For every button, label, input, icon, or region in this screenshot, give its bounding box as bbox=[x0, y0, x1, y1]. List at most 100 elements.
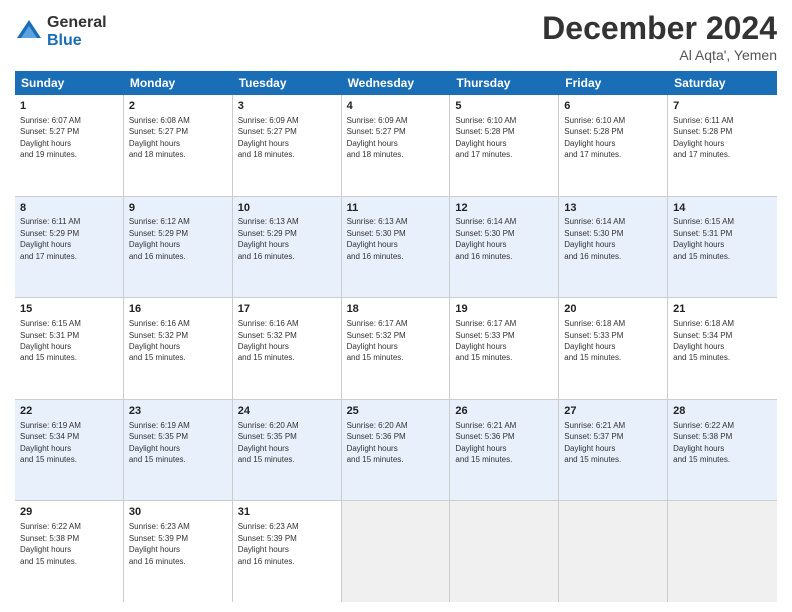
logo-icon bbox=[15, 18, 43, 46]
day-info: Sunrise: 6:16 AMSunset: 5:32 PMDaylight … bbox=[238, 319, 299, 362]
calendar-row-4: 29 Sunrise: 6:22 AMSunset: 5:38 PMDaylig… bbox=[15, 501, 777, 602]
cal-cell-r2-c1: 16 Sunrise: 6:16 AMSunset: 5:32 PMDaylig… bbox=[124, 298, 233, 399]
day-info: Sunrise: 6:11 AMSunset: 5:28 PMDaylight … bbox=[673, 116, 733, 159]
day-number: 23 bbox=[129, 404, 227, 419]
cal-cell-r2-c3: 18 Sunrise: 6:17 AMSunset: 5:32 PMDaylig… bbox=[342, 298, 451, 399]
day-info: Sunrise: 6:23 AMSunset: 5:39 PMDaylight … bbox=[129, 522, 190, 565]
day-info: Sunrise: 6:19 AMSunset: 5:35 PMDaylight … bbox=[129, 421, 190, 464]
cal-cell-r3-c3: 25 Sunrise: 6:20 AMSunset: 5:36 PMDaylig… bbox=[342, 400, 451, 501]
cal-cell-r4-c2: 31 Sunrise: 6:23 AMSunset: 5:39 PMDaylig… bbox=[233, 501, 342, 602]
cal-cell-r0-c6: 7 Sunrise: 6:11 AMSunset: 5:28 PMDayligh… bbox=[668, 95, 777, 196]
cal-cell-r3-c6: 28 Sunrise: 6:22 AMSunset: 5:38 PMDaylig… bbox=[668, 400, 777, 501]
header-saturday: Saturday bbox=[668, 71, 777, 95]
day-info: Sunrise: 6:17 AMSunset: 5:32 PMDaylight … bbox=[347, 319, 408, 362]
day-info: Sunrise: 6:23 AMSunset: 5:39 PMDaylight … bbox=[238, 522, 299, 565]
day-info: Sunrise: 6:20 AMSunset: 5:35 PMDaylight … bbox=[238, 421, 299, 464]
cal-cell-r0-c2: 3 Sunrise: 6:09 AMSunset: 5:27 PMDayligh… bbox=[233, 95, 342, 196]
day-info: Sunrise: 6:22 AMSunset: 5:38 PMDaylight … bbox=[673, 421, 734, 464]
day-info: Sunrise: 6:18 AMSunset: 5:33 PMDaylight … bbox=[564, 319, 625, 362]
day-number: 29 bbox=[20, 505, 118, 520]
cal-cell-r3-c2: 24 Sunrise: 6:20 AMSunset: 5:35 PMDaylig… bbox=[233, 400, 342, 501]
day-info: Sunrise: 6:21 AMSunset: 5:37 PMDaylight … bbox=[564, 421, 625, 464]
calendar-row-0: 1 Sunrise: 6:07 AMSunset: 5:27 PMDayligh… bbox=[15, 95, 777, 197]
day-info: Sunrise: 6:15 AMSunset: 5:31 PMDaylight … bbox=[673, 217, 734, 260]
header-tuesday: Tuesday bbox=[233, 71, 342, 95]
header-monday: Monday bbox=[124, 71, 233, 95]
day-info: Sunrise: 6:15 AMSunset: 5:31 PMDaylight … bbox=[20, 319, 81, 362]
day-number: 1 bbox=[20, 99, 118, 114]
title-block: December 2024 Al Aqta', Yemen bbox=[542, 10, 777, 63]
cal-cell-r2-c5: 20 Sunrise: 6:18 AMSunset: 5:33 PMDaylig… bbox=[559, 298, 668, 399]
day-number: 18 bbox=[347, 302, 445, 317]
cal-cell-r1-c5: 13 Sunrise: 6:14 AMSunset: 5:30 PMDaylig… bbox=[559, 197, 668, 298]
logo: General Blue bbox=[15, 14, 107, 49]
cal-cell-r0-c3: 4 Sunrise: 6:09 AMSunset: 5:27 PMDayligh… bbox=[342, 95, 451, 196]
header: General Blue December 2024 Al Aqta', Yem… bbox=[15, 10, 777, 63]
day-info: Sunrise: 6:14 AMSunset: 5:30 PMDaylight … bbox=[455, 217, 516, 260]
day-number: 2 bbox=[129, 99, 227, 114]
day-number: 31 bbox=[238, 505, 336, 520]
logo-general: General bbox=[47, 14, 107, 32]
day-number: 10 bbox=[238, 201, 336, 216]
cal-cell-r0-c1: 2 Sunrise: 6:08 AMSunset: 5:27 PMDayligh… bbox=[124, 95, 233, 196]
calendar-row-2: 15 Sunrise: 6:15 AMSunset: 5:31 PMDaylig… bbox=[15, 298, 777, 400]
day-number: 28 bbox=[673, 404, 772, 419]
day-info: Sunrise: 6:10 AMSunset: 5:28 PMDaylight … bbox=[455, 116, 516, 159]
month-title: December 2024 bbox=[542, 10, 777, 47]
day-info: Sunrise: 6:17 AMSunset: 5:33 PMDaylight … bbox=[455, 319, 516, 362]
header-friday: Friday bbox=[559, 71, 668, 95]
cal-cell-r0-c4: 5 Sunrise: 6:10 AMSunset: 5:28 PMDayligh… bbox=[450, 95, 559, 196]
day-number: 30 bbox=[129, 505, 227, 520]
cal-cell-r4-c0: 29 Sunrise: 6:22 AMSunset: 5:38 PMDaylig… bbox=[15, 501, 124, 602]
cal-cell-r2-c0: 15 Sunrise: 6:15 AMSunset: 5:31 PMDaylig… bbox=[15, 298, 124, 399]
cal-cell-r1-c3: 11 Sunrise: 6:13 AMSunset: 5:30 PMDaylig… bbox=[342, 197, 451, 298]
day-info: Sunrise: 6:08 AMSunset: 5:27 PMDaylight … bbox=[129, 116, 190, 159]
cal-cell-r4-c3 bbox=[342, 501, 451, 602]
day-number: 7 bbox=[673, 99, 772, 114]
day-number: 21 bbox=[673, 302, 772, 317]
cal-cell-r0-c5: 6 Sunrise: 6:10 AMSunset: 5:28 PMDayligh… bbox=[559, 95, 668, 196]
day-number: 5 bbox=[455, 99, 553, 114]
cal-cell-r1-c0: 8 Sunrise: 6:11 AMSunset: 5:29 PMDayligh… bbox=[15, 197, 124, 298]
day-info: Sunrise: 6:12 AMSunset: 5:29 PMDaylight … bbox=[129, 217, 190, 260]
cal-cell-r4-c1: 30 Sunrise: 6:23 AMSunset: 5:39 PMDaylig… bbox=[124, 501, 233, 602]
day-number: 25 bbox=[347, 404, 445, 419]
day-number: 19 bbox=[455, 302, 553, 317]
day-number: 4 bbox=[347, 99, 445, 114]
header-wednesday: Wednesday bbox=[342, 71, 451, 95]
calendar-row-1: 8 Sunrise: 6:11 AMSunset: 5:29 PMDayligh… bbox=[15, 197, 777, 299]
day-number: 9 bbox=[129, 201, 227, 216]
cal-cell-r4-c4 bbox=[450, 501, 559, 602]
day-info: Sunrise: 6:21 AMSunset: 5:36 PMDaylight … bbox=[455, 421, 516, 464]
day-number: 14 bbox=[673, 201, 772, 216]
day-number: 20 bbox=[564, 302, 662, 317]
day-info: Sunrise: 6:07 AMSunset: 5:27 PMDaylight … bbox=[20, 116, 81, 159]
page: General Blue December 2024 Al Aqta', Yem… bbox=[0, 0, 792, 612]
cal-cell-r4-c6 bbox=[668, 501, 777, 602]
location: Al Aqta', Yemen bbox=[542, 47, 777, 63]
calendar: Sunday Monday Tuesday Wednesday Thursday… bbox=[15, 71, 777, 602]
day-number: 22 bbox=[20, 404, 118, 419]
day-info: Sunrise: 6:14 AMSunset: 5:30 PMDaylight … bbox=[564, 217, 625, 260]
cal-cell-r2-c6: 21 Sunrise: 6:18 AMSunset: 5:34 PMDaylig… bbox=[668, 298, 777, 399]
day-number: 13 bbox=[564, 201, 662, 216]
day-number: 26 bbox=[455, 404, 553, 419]
cal-cell-r1-c6: 14 Sunrise: 6:15 AMSunset: 5:31 PMDaylig… bbox=[668, 197, 777, 298]
cal-cell-r4-c5 bbox=[559, 501, 668, 602]
day-info: Sunrise: 6:09 AMSunset: 5:27 PMDaylight … bbox=[238, 116, 299, 159]
cal-cell-r2-c2: 17 Sunrise: 6:16 AMSunset: 5:32 PMDaylig… bbox=[233, 298, 342, 399]
day-info: Sunrise: 6:20 AMSunset: 5:36 PMDaylight … bbox=[347, 421, 408, 464]
day-info: Sunrise: 6:09 AMSunset: 5:27 PMDaylight … bbox=[347, 116, 408, 159]
day-number: 15 bbox=[20, 302, 118, 317]
day-info: Sunrise: 6:18 AMSunset: 5:34 PMDaylight … bbox=[673, 319, 734, 362]
cal-cell-r3-c4: 26 Sunrise: 6:21 AMSunset: 5:36 PMDaylig… bbox=[450, 400, 559, 501]
header-sunday: Sunday bbox=[15, 71, 124, 95]
cal-cell-r1-c1: 9 Sunrise: 6:12 AMSunset: 5:29 PMDayligh… bbox=[124, 197, 233, 298]
day-number: 27 bbox=[564, 404, 662, 419]
cal-cell-r2-c4: 19 Sunrise: 6:17 AMSunset: 5:33 PMDaylig… bbox=[450, 298, 559, 399]
day-number: 16 bbox=[129, 302, 227, 317]
day-number: 6 bbox=[564, 99, 662, 114]
cal-cell-r3-c1: 23 Sunrise: 6:19 AMSunset: 5:35 PMDaylig… bbox=[124, 400, 233, 501]
cal-cell-r3-c5: 27 Sunrise: 6:21 AMSunset: 5:37 PMDaylig… bbox=[559, 400, 668, 501]
cal-cell-r0-c0: 1 Sunrise: 6:07 AMSunset: 5:27 PMDayligh… bbox=[15, 95, 124, 196]
